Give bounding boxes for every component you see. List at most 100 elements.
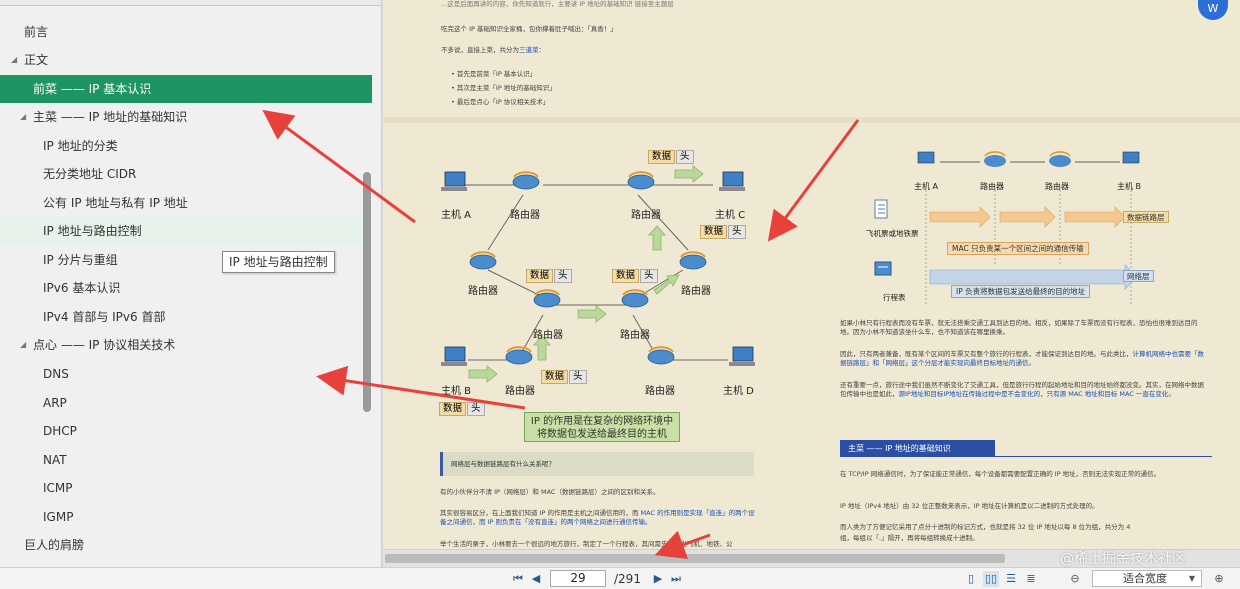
toc-item-label: 主菜 —— IP 地址的基础知识 xyxy=(33,110,188,124)
toc-item[interactable]: 公有 IP 地址与私有 IP 地址 xyxy=(0,189,372,217)
app-badge-icon[interactable]: W xyxy=(1198,0,1228,20)
book-view-icon[interactable]: ≣ xyxy=(1023,571,1039,587)
toc-item[interactable]: ARP xyxy=(0,389,372,417)
document-page: ...这是后面再讲的内容，你先知道就行，主要讲 IP 地址的基础知识 链接至主题… xyxy=(383,0,1240,549)
toc-item[interactable]: IP 地址的分类 xyxy=(0,132,372,160)
toc-item-label: DNS xyxy=(43,367,69,381)
page-total: /291 xyxy=(614,572,641,586)
router-label: 路由器 xyxy=(645,386,675,397)
toc-item-label: 前菜 —— IP 基本认识 xyxy=(33,82,152,96)
toc-tooltip: IP 地址与路由控制 xyxy=(222,251,335,273)
page-number-input[interactable]: 29 xyxy=(550,570,606,587)
single-page-view-icon[interactable]: ▯ xyxy=(963,571,979,587)
toc-item[interactable]: 前言 xyxy=(0,18,372,46)
toc-item[interactable]: ◢ 正文 xyxy=(0,46,372,74)
right-host-label: 主机 B xyxy=(1117,182,1142,191)
right-router-label: 路由器 xyxy=(980,182,1004,191)
section-heading: 主菜 —— IP 地址的基础知识 xyxy=(840,440,995,457)
segment-arrow-icon xyxy=(929,206,1126,228)
toc-item[interactable]: ◢ 点心 —— IP 协议相关技术 xyxy=(0,331,372,359)
bottom-toolbar: ⏮ ◀ 29 /291 ▶ ⏭ ▯ ▯▯ ☰ ≣ ⊖ 适合宽度 ▼ ⊕ xyxy=(0,567,1240,589)
host-d-label: 主机 D xyxy=(723,386,754,397)
toc-item-label: 无分类地址 CIDR xyxy=(43,167,137,181)
toc-item-label: 点心 —— IP 协议相关技术 xyxy=(33,338,176,352)
toc-item[interactable]: IP 地址与路由控制 xyxy=(0,217,372,245)
right-paragraph-4: 在 TCP/IP 网络通信时，为了保证能正常通信，每个设备都需要配置正确的 IP… xyxy=(840,470,1161,478)
sidebar-toolbar-strip xyxy=(0,0,381,6)
prev-page-button[interactable]: ◀ xyxy=(528,571,544,587)
flow-arrow-icon xyxy=(468,165,704,383)
toc-item-label: DHCP xyxy=(43,424,77,438)
question-box: 网络层与数据链路层有什么关系呢？ xyxy=(440,452,754,476)
ip-banner: IP 负责将数据包发送给最终的目的地址 xyxy=(951,285,1091,298)
left-paragraph-3: 举个生活的栗子，小林要去一个很远的地方旅行，制定了一个行程表，其间需先后乘坐飞机… xyxy=(440,540,733,548)
toc-item[interactable]: DHCP xyxy=(0,417,372,445)
toc-item-label: 正文 xyxy=(24,53,49,67)
packet-tag: 数据头 xyxy=(612,269,658,283)
toc-item-label: IPv6 基本认识 xyxy=(43,281,121,295)
next-page-button[interactable]: ▶ xyxy=(650,571,666,587)
left-paragraph-1: 有的小伙伴分不清 IP（网络层）和 MAC（数据链路层）之间的区别和关系。 xyxy=(440,488,660,496)
router-label: 路由器 xyxy=(468,286,498,297)
toc-item[interactable]: DNS xyxy=(0,360,372,388)
ip-role-callout: IP 的作用是在复杂的网络环境中 将数据包发送给最终目的主机 xyxy=(524,412,680,442)
zoom-select[interactable]: 适合宽度 ▼ xyxy=(1092,570,1202,587)
toc-item-label: NAT xyxy=(43,453,67,467)
router-icon xyxy=(469,174,707,365)
right-paragraph-6b: 组，每组以「.」隔开，再将每组转换成十进制。 xyxy=(840,534,979,542)
document-viewer[interactable]: ...这是后面再讲的内容，你先知道就行，主要讲 IP 地址的基础知识 链接至主题… xyxy=(383,0,1240,549)
toc-item[interactable]: ICMP xyxy=(0,474,372,502)
zoom-value: 适合宽度 xyxy=(1123,572,1167,585)
expand-toggle-icon[interactable]: ◢ xyxy=(20,331,26,359)
first-page-button[interactable]: ⏮ xyxy=(510,571,526,587)
toc-item[interactable]: 前菜 —— IP 基本认识 xyxy=(0,75,372,103)
continuous-view-icon[interactable]: ☰ xyxy=(1003,571,1019,587)
expand-toggle-icon[interactable]: ◢ xyxy=(20,103,26,131)
router-icon xyxy=(984,151,1071,167)
zoom-out-button[interactable]: ⊖ xyxy=(1067,571,1083,587)
packet-tag: 数据头 xyxy=(541,370,587,384)
right-paragraph-5: IP 地址（IPv4 地址）由 32 位正整数来表示，IP 地址在计算机是以二进… xyxy=(840,502,1099,510)
right-paragraph-2: 因此，只有两者兼备，既有某个区间的车票又有整个旅行的行程表，才能保证到达目的地。… xyxy=(840,350,1204,367)
router-label: 路由器 xyxy=(681,286,711,297)
router-label: 路由器 xyxy=(505,386,535,397)
two-page-view-icon[interactable]: ▯▯ xyxy=(983,571,999,587)
toc-item-label: ARP xyxy=(43,396,67,410)
toc-item[interactable]: NAT xyxy=(0,446,372,474)
computer-icon xyxy=(917,151,1140,164)
ticket-icon xyxy=(874,199,888,219)
packet-tag: 数据头 xyxy=(700,225,746,239)
toc-item[interactable]: ◢ 主菜 —— IP 地址的基础知识 xyxy=(0,103,372,131)
toc-item-label: IP 分片与重组 xyxy=(43,253,118,267)
toc-item[interactable]: IPv6 基本认识 xyxy=(0,274,372,302)
toc-item[interactable]: 巨人的肩膀 xyxy=(0,531,372,559)
toc-sidebar: 前言 ◢ 正文 前菜 —— IP 基本认识 ◢ 主菜 —— IP 地址的基础知识 IP 地址… xyxy=(0,0,382,567)
itinerary-label: 行程表 xyxy=(883,293,906,302)
host-b-label: 主机 B xyxy=(441,386,472,397)
host-a-label: 主机 A xyxy=(441,210,472,221)
toc-item-label: 公有 IP 地址与私有 IP 地址 xyxy=(43,196,188,210)
packet-tag: 数据头 xyxy=(526,269,572,283)
network-layer-label: 网络层 xyxy=(1123,270,1154,282)
callout-line: IP 的作用是在复杂的网络环境中 xyxy=(530,416,674,427)
toc-item[interactable]: IPv4 首部与 IPv6 首部 xyxy=(0,303,372,331)
toc-item-label: IPv4 首部与 IPv6 首部 xyxy=(43,310,166,324)
zoom-in-button[interactable]: ⊕ xyxy=(1211,571,1227,587)
host-c-label: 主机 C xyxy=(715,210,746,221)
last-page-button[interactable]: ⏭ xyxy=(668,571,684,587)
toc-item[interactable]: IGMP xyxy=(0,503,372,531)
right-host-label: 主机 A xyxy=(914,182,939,191)
expand-toggle-icon[interactable]: ◢ xyxy=(11,46,17,74)
left-paragraph-2: 其实很容易区分，在上面我们知道 IP 的作用是主机之间通信用的，而 MAC 的作… xyxy=(440,509,755,526)
toc-item-label: 巨人的肩膀 xyxy=(24,538,85,552)
packet-tag: 数据头 xyxy=(439,402,485,416)
right-paragraph-3: 还有重要一点，旅行途中我们虽然不断变化了交通工具，但是旅行行程的起始地址和目的地… xyxy=(840,381,1204,398)
toc-item-label: ICMP xyxy=(43,481,73,495)
toc-item[interactable]: 无分类地址 CIDR xyxy=(0,160,372,188)
ticket-label: 飞机票或地铁票 xyxy=(866,229,919,238)
toc-item-label: IGMP xyxy=(43,510,74,524)
router-label: 路由器 xyxy=(533,330,563,341)
sidebar-scrollbar[interactable] xyxy=(363,172,371,412)
toc-item-label: IP 地址与路由控制 xyxy=(43,224,142,238)
scroll-thumb[interactable] xyxy=(385,554,1005,563)
